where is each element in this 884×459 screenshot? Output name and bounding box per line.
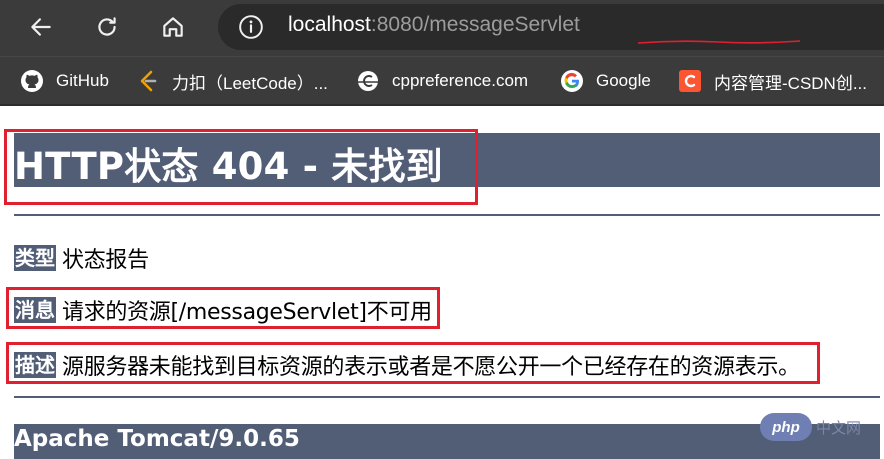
type-row: 类型 状态报告 xyxy=(14,242,149,274)
leetcode-icon xyxy=(140,70,157,92)
bookmark-label: 力扣（LeetCode）... xyxy=(172,73,328,93)
github-icon xyxy=(21,70,43,92)
address-bar[interactable]: localhost:8080/messageServlet xyxy=(218,4,884,50)
back-button[interactable] xyxy=(24,10,58,44)
bookmark-label: cppreference.com xyxy=(392,71,529,90)
type-label: 类型 xyxy=(14,245,56,271)
php-logo: php xyxy=(760,413,812,441)
reload-button[interactable] xyxy=(90,10,124,44)
bookmark-google[interactable]: Google xyxy=(560,66,651,96)
spellcheck-underline xyxy=(638,40,800,44)
url-path: /messageServlet xyxy=(423,13,580,36)
bookmark-label: GitHub xyxy=(56,71,109,90)
bookmark-leetcode[interactable]: 力扣（LeetCode）... xyxy=(136,66,328,96)
watermark: php 中文网 xyxy=(760,412,884,442)
divider-line xyxy=(14,396,880,398)
back-arrow-icon xyxy=(31,18,51,36)
bookmarks-bar: GitHub 力扣（LeetCode）... cppreference.com … xyxy=(0,56,884,104)
type-value: 状态报告 xyxy=(62,248,149,273)
google-icon xyxy=(561,70,583,92)
bookmark-github[interactable]: GitHub xyxy=(20,66,109,96)
divider-line xyxy=(14,214,880,216)
reload-icon xyxy=(98,17,116,36)
url-host: localhost xyxy=(288,13,371,36)
bookmark-csdn[interactable]: 内容管理-CSDN创... xyxy=(678,66,867,96)
highlight-box-title xyxy=(4,129,478,205)
chrome-divider xyxy=(0,104,884,106)
csdn-icon xyxy=(679,70,701,92)
url-port: :8080 xyxy=(370,13,424,36)
info-icon[interactable] xyxy=(238,14,264,40)
url-text[interactable]: localhost:8080/messageServlet xyxy=(288,13,580,37)
home-icon xyxy=(163,17,183,37)
cppreference-icon xyxy=(358,71,378,91)
home-button[interactable] xyxy=(156,10,190,44)
bookmark-cppreference[interactable]: cppreference.com xyxy=(356,66,528,96)
server-version: Apache Tomcat/9.0.65 xyxy=(14,426,300,452)
browser-toolbar: localhost:8080/messageServlet xyxy=(0,0,884,56)
watermark-text: 中文网 xyxy=(816,418,862,437)
highlight-box-description xyxy=(6,342,820,384)
bookmark-label: Google xyxy=(596,71,651,90)
bookmark-label: 内容管理-CSDN创... xyxy=(714,73,867,93)
highlight-box-message xyxy=(6,287,440,329)
